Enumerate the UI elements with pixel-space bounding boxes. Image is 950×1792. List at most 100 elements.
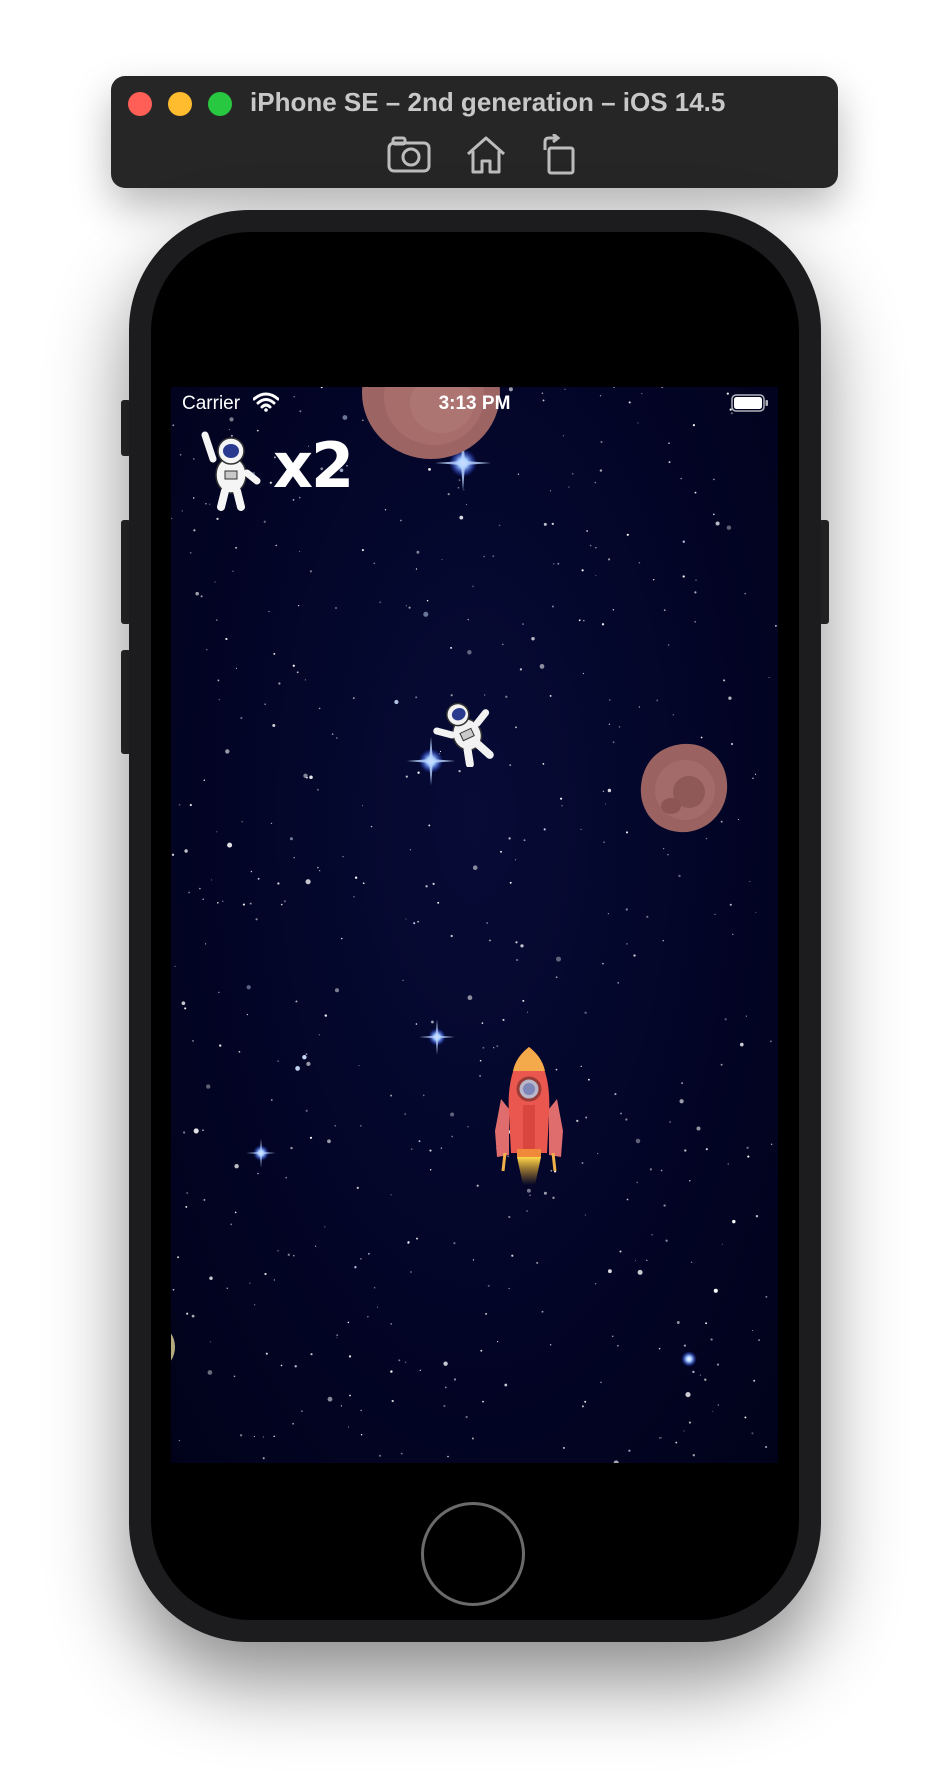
star <box>682 575 685 578</box>
star <box>450 934 453 938</box>
star <box>447 493 450 496</box>
star <box>536 1261 539 1264</box>
star <box>467 650 472 655</box>
star <box>472 865 478 870</box>
star <box>561 805 563 807</box>
star <box>581 1162 584 1164</box>
star <box>663 1204 666 1207</box>
star <box>316 788 319 791</box>
home-button[interactable] <box>421 1502 525 1606</box>
star <box>737 819 739 821</box>
star <box>626 943 628 945</box>
asteroid <box>171 1333 175 1361</box>
star <box>404 1361 407 1364</box>
star <box>751 1329 753 1332</box>
star <box>732 1219 736 1224</box>
star <box>415 696 418 699</box>
star <box>405 918 407 920</box>
star <box>391 1399 394 1403</box>
star <box>508 837 511 840</box>
home-toolbar-button[interactable] <box>463 134 509 176</box>
status-time: 3:13 PM <box>438 393 511 414</box>
star <box>210 879 213 881</box>
star <box>293 1254 295 1257</box>
star <box>588 1078 590 1081</box>
star <box>203 1198 206 1201</box>
star <box>227 842 233 848</box>
star <box>278 682 281 685</box>
star <box>747 1155 750 1158</box>
star <box>607 788 612 793</box>
star <box>390 1094 393 1097</box>
star <box>379 601 382 604</box>
star <box>253 1435 256 1438</box>
star <box>334 988 340 993</box>
star <box>509 881 512 884</box>
star <box>182 1131 186 1134</box>
star <box>625 831 629 834</box>
star <box>417 920 419 923</box>
star <box>262 1436 265 1438</box>
star <box>340 1405 343 1407</box>
star <box>230 1223 233 1226</box>
star <box>663 609 666 612</box>
star <box>685 1392 691 1398</box>
star <box>186 1312 189 1315</box>
star <box>594 1283 597 1285</box>
star <box>270 1099 273 1101</box>
star <box>769 1040 772 1043</box>
star <box>309 1136 313 1139</box>
screenshot-button[interactable] <box>386 134 432 176</box>
star <box>753 1379 756 1382</box>
window-close-button[interactable] <box>128 92 152 116</box>
star <box>181 1001 186 1006</box>
star <box>576 1119 579 1122</box>
star <box>295 1000 298 1003</box>
star <box>453 1242 456 1245</box>
star <box>253 1304 256 1306</box>
star <box>684 1149 687 1152</box>
star <box>688 1421 691 1424</box>
star <box>219 1044 222 1047</box>
star <box>713 478 715 481</box>
star <box>652 578 655 581</box>
star <box>451 1135 454 1138</box>
star <box>542 763 545 765</box>
star <box>669 1121 671 1123</box>
star <box>172 1288 175 1291</box>
star <box>683 1430 685 1432</box>
window-minimize-button[interactable] <box>168 92 192 116</box>
star <box>335 607 337 609</box>
star <box>658 1437 661 1439</box>
star <box>205 943 207 945</box>
star <box>285 1176 288 1179</box>
star <box>178 803 181 806</box>
star <box>305 1109 308 1112</box>
asteroid <box>640 743 728 833</box>
game-screen[interactable]: x2 Carrier 3:13 PM <box>171 387 778 1463</box>
star <box>607 913 609 915</box>
star <box>625 908 628 911</box>
star <box>306 1061 311 1067</box>
star <box>581 1405 584 1408</box>
star <box>560 797 563 800</box>
star <box>712 513 715 516</box>
star <box>189 551 192 554</box>
star <box>619 1250 622 1253</box>
star <box>555 976 558 979</box>
star <box>571 472 574 475</box>
star <box>585 1116 588 1119</box>
window-zoom-button[interactable] <box>208 92 232 116</box>
rotate-button[interactable] <box>535 132 581 176</box>
star <box>216 517 219 521</box>
star <box>602 962 604 965</box>
star <box>239 1434 243 1437</box>
star <box>522 999 525 1002</box>
star <box>562 435 564 437</box>
star <box>249 1282 251 1284</box>
simulator-title: iPhone SE – 2nd generation – iOS 14.5 <box>250 87 726 117</box>
star <box>700 736 703 739</box>
star <box>721 1243 723 1245</box>
star <box>549 1344 552 1346</box>
star <box>171 517 173 520</box>
